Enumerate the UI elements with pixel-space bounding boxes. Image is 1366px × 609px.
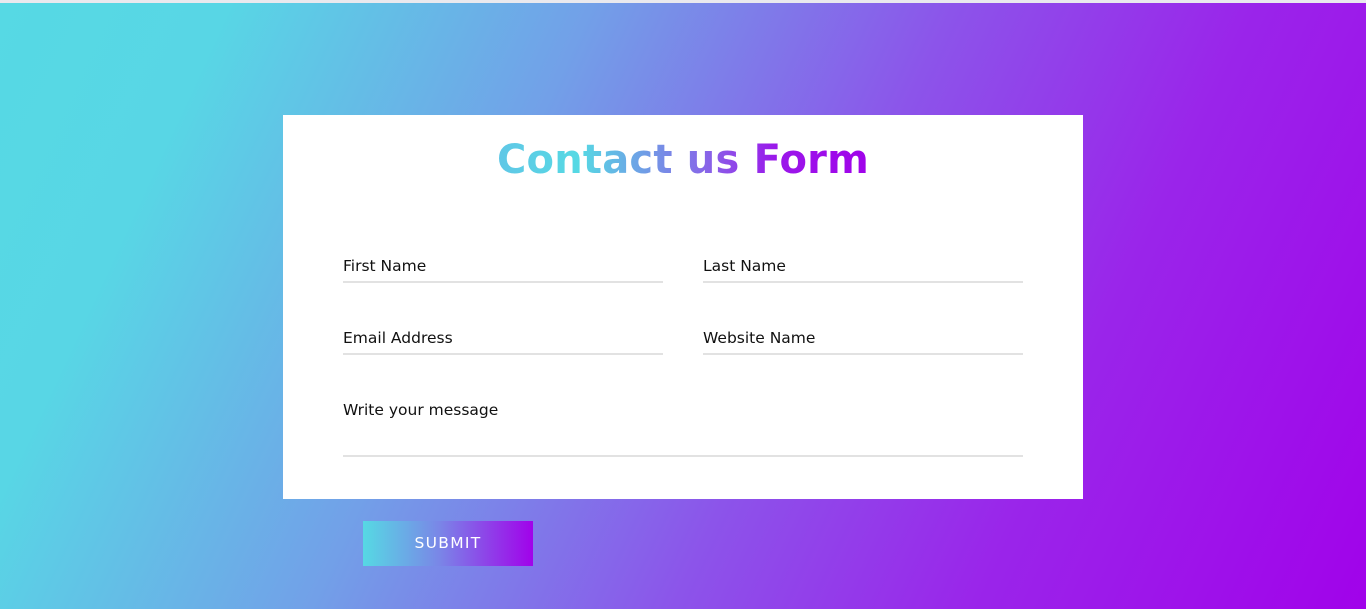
form-title-text: Contact us Form xyxy=(497,137,869,183)
email-address-label: Email Address xyxy=(343,329,453,347)
message-field[interactable]: Write your message xyxy=(343,397,1023,457)
last-name-label: Last Name xyxy=(703,257,786,275)
website-name-label: Website Name xyxy=(703,329,816,347)
email-address-field[interactable]: Email Address xyxy=(343,325,663,355)
last-name-field[interactable]: Last Name xyxy=(703,253,1023,283)
first-name-label: First Name xyxy=(343,257,427,275)
first-name-field[interactable]: First Name xyxy=(343,253,663,283)
top-edge-strip xyxy=(0,0,1366,3)
submit-button[interactable]: SUBMIT xyxy=(363,521,533,566)
website-name-field[interactable]: Website Name xyxy=(703,325,1023,355)
message-label: Write your message xyxy=(343,401,499,419)
form-title: Contact us Form xyxy=(0,134,1366,186)
